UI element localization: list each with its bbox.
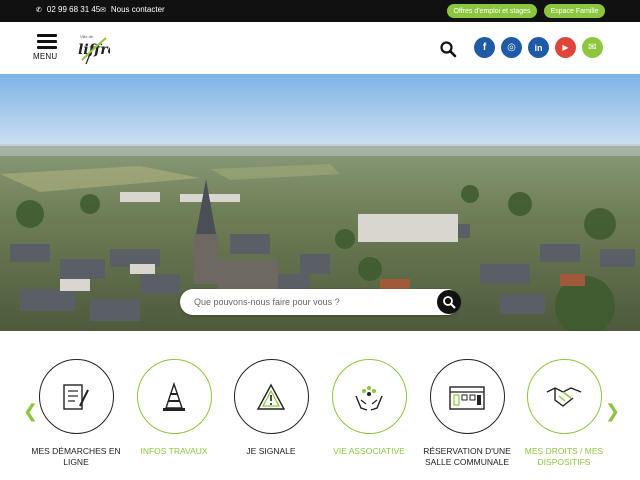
phone-number: 02 99 68 31 45 (46, 5, 101, 14)
jobs-button[interactable]: Offres d'emploi et stages (447, 4, 537, 18)
youtube-icon[interactable]: ▶ (555, 37, 576, 58)
quick-link-travaux[interactable]: INFOS TRAVAUX (124, 359, 224, 457)
mail-glyph: ✉ (588, 42, 597, 53)
facebook-icon[interactable]: f (474, 37, 495, 58)
logo-small-text: Ville de (80, 34, 94, 39)
site-search-bar (180, 289, 460, 315)
linkedin-icon[interactable]: in (528, 37, 549, 58)
quick-link-label: MES DROITS / MES DISPOSITIFS (524, 446, 604, 467)
quick-link-label: RÉSERVATION D'UNE SALLE COMMUNALE (423, 446, 511, 467)
search-icon[interactable] (439, 40, 457, 58)
hands-community-icon (331, 359, 407, 434)
linkedin-glyph: in (534, 42, 543, 53)
quick-link-label: VIE ASSOCIATIVE (333, 446, 405, 456)
quick-links-carousel: ❮ ❯ MES DÉMARCHES EN LIGNE INFOS TRAVAUX (0, 331, 640, 480)
hamburger-icon (37, 34, 57, 37)
quick-link-associative[interactable]: VIE ASSOCIATIVE (319, 359, 419, 457)
quick-link-reservation[interactable]: RÉSERVATION D'UNE SALLE COMMUNALE (417, 359, 517, 468)
search-input[interactable] (194, 294, 424, 310)
traffic-cone-icon (136, 359, 212, 434)
forms-icon (38, 359, 114, 434)
site-logo[interactable]: Ville de liffré (76, 30, 117, 66)
contact-label: Nous contacter (110, 5, 165, 14)
quick-link-demarches[interactable]: MES DÉMARCHES EN LIGNE (26, 359, 126, 468)
hamburger-icon-bar (37, 46, 57, 49)
instagram-glyph: ◎ (507, 42, 516, 53)
menu-label: MENU (33, 52, 58, 61)
mail-icon[interactable]: ✉ (582, 37, 603, 58)
building-icon (429, 359, 505, 434)
hamburger-icon-bar (37, 40, 57, 43)
search-submit-button[interactable] (437, 290, 461, 314)
search-icon (443, 296, 456, 309)
envelope-icon: ✉ (100, 6, 106, 14)
phone-icon: ✆ (36, 6, 42, 14)
quick-link-label: MES DÉMARCHES EN LIGNE (31, 446, 121, 467)
quick-link-droits[interactable]: MES DROITS / MES DISPOSITIFS (514, 359, 614, 468)
family-space-button[interactable]: Espace Famille (544, 4, 605, 18)
warning-icon (233, 359, 309, 434)
youtube-glyph: ▶ (562, 43, 569, 52)
quick-link-label: INFOS TRAVAUX (140, 446, 208, 456)
logo-text: liffré (78, 42, 110, 58)
quick-link-label: JE SIGNALE (246, 446, 296, 456)
quick-link-signale[interactable]: JE SIGNALE (221, 359, 321, 457)
contact-link[interactable]: ✉ Nous contacter (100, 5, 165, 14)
handshake-icon (526, 359, 602, 434)
phone-link[interactable]: ✆ 02 99 68 31 45 (36, 5, 100, 14)
instagram-icon[interactable]: ◎ (501, 37, 522, 58)
top-bar: ✆ 02 99 68 31 45 ✉ Nous contacter Offres… (0, 0, 640, 22)
menu-button[interactable]: MENU (33, 33, 59, 63)
facebook-glyph: f (482, 42, 487, 53)
header: MENU Ville de liffré f ◎ in ▶ ✉ (0, 22, 640, 74)
